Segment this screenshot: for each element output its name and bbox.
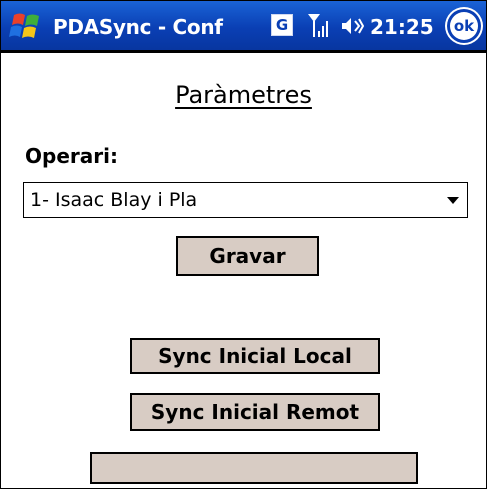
gravar-button[interactable]: Gravar — [176, 236, 319, 276]
clock[interactable]: 21:25 — [370, 15, 434, 39]
volume-icon[interactable] — [340, 14, 365, 38]
operari-label: Operari: — [25, 144, 118, 168]
operari-select[interactable]: 1- Isaac Blay i Pla — [23, 182, 468, 218]
app-window: PDASync - Conf G 21:25 ok Paràmetres Ope… — [0, 0, 487, 489]
sync-local-button[interactable]: Sync Inicial Local — [130, 338, 380, 374]
page-title: Paràmetres — [175, 81, 312, 109]
operari-select-value: 1- Isaac Blay i Pla — [30, 189, 198, 211]
title-bar: PDASync - Conf G 21:25 ok — [1, 1, 486, 53]
g-network-icon[interactable]: G — [271, 14, 293, 36]
signal-icon[interactable] — [307, 12, 329, 40]
sync-remot-button[interactable]: Sync Inicial Remot — [130, 393, 380, 431]
windows-start-icon[interactable] — [8, 11, 44, 43]
app-title: PDASync - Conf — [53, 15, 223, 39]
chevron-down-icon[interactable] — [447, 197, 459, 204]
blank-button[interactable] — [90, 452, 418, 484]
ok-button[interactable]: ok — [447, 9, 481, 43]
